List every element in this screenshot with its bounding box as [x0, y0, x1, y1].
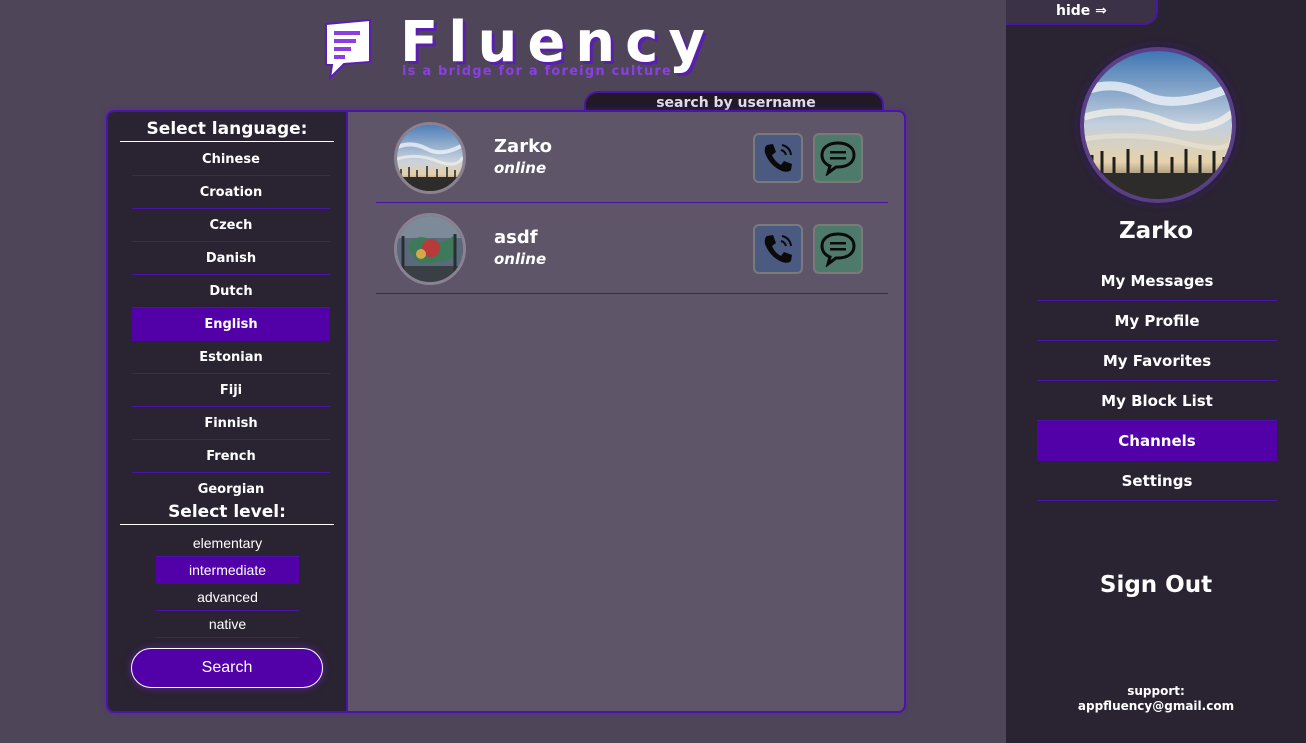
- level-option-elementary[interactable]: elementary: [156, 530, 299, 557]
- call-button[interactable]: [753, 224, 803, 274]
- level-option-intermediate[interactable]: intermediate: [156, 557, 299, 584]
- level-option-advanced[interactable]: advanced: [156, 584, 299, 611]
- filter-column: Select language: Chinese Croation Czech …: [108, 112, 348, 711]
- avatar[interactable]: [394, 213, 466, 285]
- language-option-finnish[interactable]: Finnish: [132, 407, 330, 440]
- language-option-croation[interactable]: Croation: [132, 176, 330, 209]
- user-row[interactable]: Zarko online: [376, 112, 888, 203]
- chat-button[interactable]: [813, 224, 863, 274]
- sidebar-item-my-messages[interactable]: My Messages: [1037, 261, 1277, 301]
- user-name[interactable]: Zarko: [494, 136, 552, 157]
- brand-logo: Fluency is a bridge for a foreign cultur…: [322, 10, 705, 82]
- graffiti-photo: [397, 216, 463, 282]
- search-button[interactable]: Search: [131, 648, 323, 688]
- user-list: Zarko online asdf online: [376, 112, 888, 294]
- sign-out-button[interactable]: Sign Out: [1006, 572, 1306, 598]
- document-chat-icon: [325, 18, 371, 80]
- user-row[interactable]: asdf online: [376, 203, 888, 294]
- language-option-estonian[interactable]: Estonian: [132, 341, 330, 374]
- sky-landscape-photo: [1084, 51, 1232, 199]
- profile-avatar[interactable]: [1080, 47, 1236, 203]
- support-label: support:: [1127, 684, 1185, 698]
- language-option-dutch[interactable]: Dutch: [132, 275, 330, 308]
- level-list: elementary intermediate advanced native: [156, 530, 299, 638]
- user-name[interactable]: asdf: [494, 227, 538, 248]
- language-option-czech[interactable]: Czech: [132, 209, 330, 242]
- call-button[interactable]: [753, 133, 803, 183]
- phone-icon: [764, 144, 792, 172]
- language-option-danish[interactable]: Danish: [132, 242, 330, 275]
- language-option-french[interactable]: French: [132, 440, 330, 473]
- user-status: online: [494, 159, 547, 177]
- main-panel: Select language: Chinese Croation Czech …: [106, 110, 906, 713]
- level-heading: Select level:: [120, 501, 334, 525]
- language-list: Chinese Croation Czech Danish Dutch Engl…: [132, 143, 330, 506]
- phone-icon: [764, 235, 792, 263]
- chat-bubble-icon: [820, 141, 856, 176]
- language-option-chinese[interactable]: Chinese: [132, 143, 330, 176]
- avatar[interactable]: [394, 122, 466, 194]
- profile-name: Zarko: [1118, 218, 1194, 244]
- user-status: online: [494, 250, 547, 268]
- sidebar-item-my-favorites[interactable]: My Favorites: [1037, 341, 1277, 381]
- language-option-english[interactable]: English: [132, 308, 330, 341]
- sky-landscape-photo: [397, 125, 463, 191]
- sidebar-menu: My Messages My Profile My Favorites My B…: [1037, 261, 1277, 501]
- sidebar-item-my-block-list[interactable]: My Block List: [1037, 381, 1277, 421]
- chat-button[interactable]: [813, 133, 863, 183]
- support-info: support: appfluency@gmail.com: [1006, 684, 1306, 714]
- hide-sidebar-button[interactable]: hide ⇒: [1006, 0, 1158, 25]
- sidebar-item-channels[interactable]: Channels: [1037, 421, 1277, 461]
- sidebar-item-settings[interactable]: Settings: [1037, 461, 1277, 501]
- level-option-native[interactable]: native: [156, 611, 299, 638]
- language-option-fiji[interactable]: Fiji: [132, 374, 330, 407]
- right-sidebar: hide ⇒ Zarko My Messages My Profile My F…: [1006, 0, 1306, 743]
- chat-bubble-icon: [820, 232, 856, 267]
- support-email[interactable]: appfluency@gmail.com: [1006, 699, 1306, 714]
- brand-tagline: is a bridge for a foreign culture: [402, 64, 673, 79]
- language-heading: Select language:: [120, 118, 334, 142]
- sidebar-item-my-profile[interactable]: My Profile: [1037, 301, 1277, 341]
